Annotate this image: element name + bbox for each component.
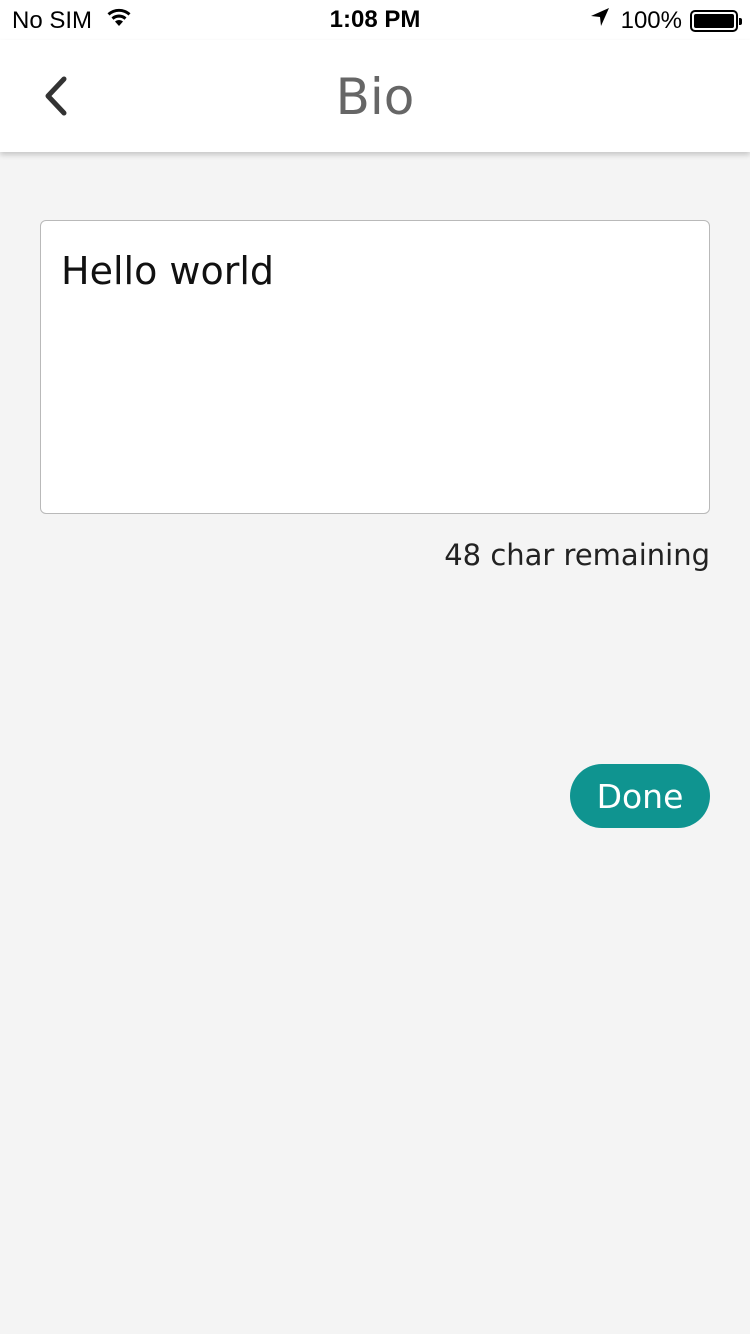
bio-text-value: Hello world [61,249,275,293]
status-right: 100% [589,6,742,35]
battery-icon [690,9,742,32]
battery-fill [694,13,734,28]
page-title: Bio [335,68,415,126]
char-remaining-counter: 48 char remaining [444,538,710,572]
status-bar: No SIM 1:08 PM 100% [0,0,750,40]
done-button[interactable]: Done [570,764,710,828]
location-arrow-icon [589,6,611,35]
bio-textarea[interactable]: Hello world [40,220,710,514]
navigation-bar: Bio [0,40,750,152]
battery-percentage: 100% [620,6,682,34]
